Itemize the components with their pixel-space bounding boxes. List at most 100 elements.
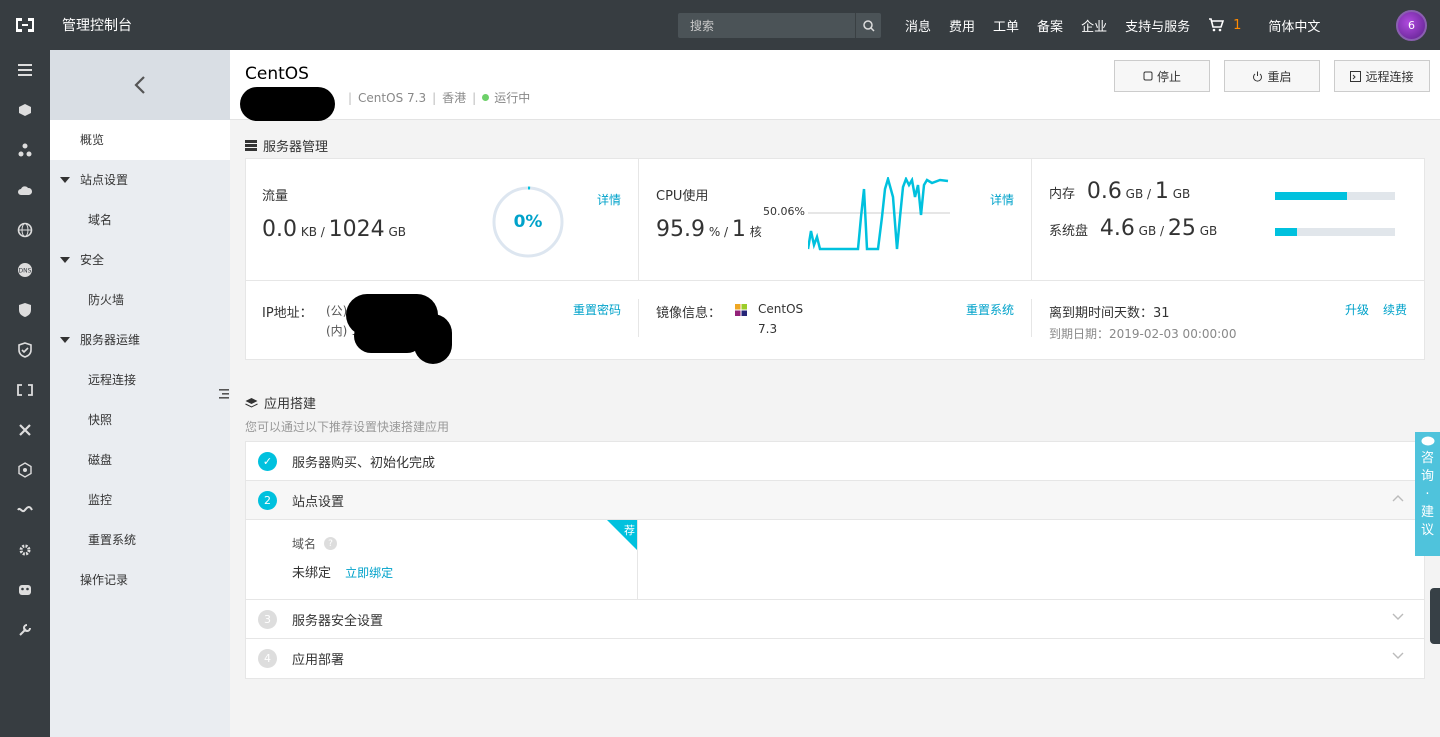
status-badge: 运行中 bbox=[494, 91, 531, 105]
stop-label: 停止 bbox=[1156, 69, 1181, 84]
sidebar-item-monitor[interactable]: 监控 bbox=[50, 480, 230, 520]
sidebar-item-snapshot[interactable]: 快照 bbox=[50, 400, 230, 440]
sidebar-group-label: 服务器运维 bbox=[80, 333, 141, 347]
step-purchase[interactable]: ✓ 服务器购买、初始化完成 bbox=[246, 442, 1424, 481]
cube-icon[interactable] bbox=[0, 90, 50, 130]
caret-down-icon bbox=[60, 257, 70, 263]
disk-usage-fill bbox=[1275, 228, 1297, 236]
shield-icon[interactable] bbox=[0, 290, 50, 330]
avatar-text: 6 bbox=[1408, 19, 1415, 32]
globe-icon[interactable] bbox=[0, 210, 50, 250]
mask-icon[interactable] bbox=[0, 570, 50, 610]
step-site-settings[interactable]: 2 站点设置 bbox=[246, 481, 1424, 520]
traffic-detail-link[interactable]: 详情 bbox=[597, 191, 621, 208]
sidebar-item-overview[interactable]: 概览 bbox=[50, 120, 230, 160]
sidebar-item-reset[interactable]: 重置系统 bbox=[50, 520, 230, 560]
top-nav: 消息 费用 工单 备案 企业 支持与服务 1 简体中文 bbox=[896, 0, 1329, 50]
disk-used: 4.6 bbox=[1099, 216, 1135, 241]
upgrade-link[interactable]: 升级 bbox=[1345, 301, 1369, 318]
sidebar-item-domain[interactable]: 域名 bbox=[50, 200, 230, 240]
step-deploy[interactable]: 4 应用部署 bbox=[246, 639, 1424, 678]
instance-header: CentOS | CentOS 7.3 | 香港 | 运行中 停止 重启 远程连… bbox=[230, 50, 1440, 121]
cart-icon bbox=[1209, 18, 1225, 32]
nav-icp[interactable]: 备案 bbox=[1037, 16, 1063, 35]
avatar[interactable]: 6 bbox=[1396, 10, 1427, 41]
consult-char: 建 bbox=[1420, 505, 1434, 520]
cpu-unit: % bbox=[708, 225, 721, 239]
recommend-badge-text: 荐 bbox=[624, 524, 635, 537]
caret-down-icon bbox=[60, 177, 70, 183]
divider bbox=[638, 299, 639, 337]
sidebar-group-label: 安全 bbox=[80, 253, 105, 267]
renew-link[interactable]: 续费 bbox=[1383, 301, 1407, 318]
wave-icon[interactable] bbox=[0, 490, 50, 530]
stop-button[interactable]: 停止 bbox=[1114, 60, 1210, 92]
cpu-cores: 1 bbox=[731, 217, 746, 242]
sidebar-item-firewall[interactable]: 防火墙 bbox=[50, 280, 230, 320]
server-icon bbox=[245, 140, 257, 151]
consult-char: 议 bbox=[1420, 523, 1434, 538]
restart-button[interactable]: 重启 bbox=[1224, 60, 1320, 92]
cloud-upload-icon[interactable] bbox=[0, 170, 50, 210]
aliyun-logo-icon[interactable] bbox=[0, 0, 50, 50]
nav-tickets[interactable]: 工单 bbox=[993, 16, 1019, 35]
server-mgmt-title: 服务器管理 bbox=[245, 136, 328, 155]
gear-icon[interactable] bbox=[0, 530, 50, 570]
step-number: 3 bbox=[258, 609, 277, 629]
sidebar-group-label: 站点设置 bbox=[80, 173, 129, 187]
tools-icon[interactable] bbox=[0, 410, 50, 450]
top-bar: 管理控制台 消息 费用 工单 备案 企业 支持与服务 1 简体中文 6 bbox=[0, 0, 1440, 50]
sidebar-item-disk[interactable]: 磁盘 bbox=[50, 440, 230, 480]
nav-support[interactable]: 支持与服务 bbox=[1125, 16, 1190, 35]
bracket-icon[interactable] bbox=[0, 370, 50, 410]
language-switch[interactable]: 简体中文 bbox=[1268, 16, 1320, 35]
traffic-used-unit: KB bbox=[300, 225, 317, 239]
disk-total-unit: GB bbox=[1199, 224, 1218, 238]
bind-domain-link[interactable]: 立即绑定 bbox=[345, 566, 393, 580]
ip-label: IP地址： bbox=[262, 306, 313, 321]
help-icon[interactable]: ? bbox=[324, 537, 338, 550]
reset-system-link[interactable]: 重置系统 bbox=[966, 301, 1014, 318]
search-input[interactable] bbox=[678, 13, 855, 38]
chevron-down-icon bbox=[1392, 652, 1404, 659]
consult-button[interactable]: 咨 询 · 建 议 bbox=[1415, 432, 1440, 556]
cart-button[interactable]: 1 bbox=[1208, 18, 1250, 33]
sidebar-item-remote[interactable]: 远程连接 bbox=[50, 360, 230, 400]
site-settings-panel: 域名 ? 未绑定 立即绑定 荐 bbox=[246, 520, 1424, 600]
network-icon[interactable] bbox=[0, 450, 50, 490]
chat-icon bbox=[1421, 436, 1434, 446]
remote-connect-button[interactable]: 远程连接 bbox=[1334, 60, 1430, 92]
step-security[interactable]: 3 服务器安全设置 bbox=[246, 600, 1424, 639]
wrench-icon[interactable] bbox=[0, 610, 50, 650]
traffic-percent: 0% bbox=[513, 212, 543, 232]
divider bbox=[1031, 159, 1032, 280]
back-button[interactable] bbox=[50, 50, 230, 120]
sidebar-group-site[interactable]: 站点设置 bbox=[50, 160, 230, 200]
disk-used-unit: GB bbox=[1138, 224, 1157, 238]
search-icon[interactable] bbox=[855, 13, 881, 38]
cpu-detail-link[interactable]: 详情 bbox=[990, 191, 1014, 208]
side-drawer-handle[interactable] bbox=[1430, 588, 1440, 644]
dns-icon[interactable]: DNS bbox=[0, 250, 50, 290]
product-rail: DNS bbox=[0, 50, 50, 737]
server-mgmt-card: 流量 0.0 KB / 1024 GB 0% 详情 CPU使用 95.9 % /… bbox=[245, 158, 1425, 364]
traffic-total-unit: GB bbox=[388, 225, 406, 239]
cluster-icon[interactable] bbox=[0, 130, 50, 170]
nav-billing[interactable]: 费用 bbox=[949, 16, 975, 35]
nav-enterprise[interactable]: 企业 bbox=[1081, 16, 1107, 35]
sidebar-group-ops[interactable]: 服务器运维 bbox=[50, 320, 230, 360]
sidebar-item-oplog[interactable]: 操作记录 bbox=[50, 560, 230, 600]
terminal-icon bbox=[1350, 70, 1362, 82]
shield-check-icon[interactable] bbox=[0, 330, 50, 370]
cpu-cores-unit: 核 bbox=[749, 225, 762, 239]
list-icon[interactable] bbox=[0, 50, 50, 90]
nav-messages[interactable]: 消息 bbox=[905, 16, 931, 35]
centos-logo-icon bbox=[734, 303, 748, 320]
domain-label: 域名 bbox=[292, 537, 317, 551]
app-setup-title: 应用搭建 bbox=[245, 393, 316, 412]
reset-password-link[interactable]: 重置密码 bbox=[573, 301, 621, 318]
image-version: 7.3 bbox=[758, 322, 778, 336]
sidebar-group-security[interactable]: 安全 bbox=[50, 240, 230, 280]
app-setup-subtitle: 您可以通过以下推荐设置快速搭建应用 bbox=[245, 420, 450, 434]
console-title[interactable]: 管理控制台 bbox=[62, 15, 132, 35]
